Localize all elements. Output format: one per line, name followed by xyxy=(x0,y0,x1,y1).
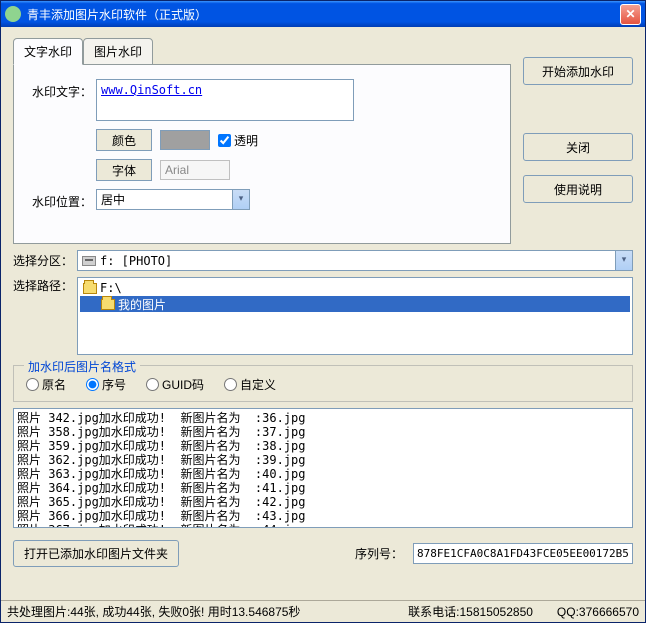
serial-label: 序列号： xyxy=(355,545,403,562)
window-title: 青丰添加图片水印软件（正式版） xyxy=(27,6,620,23)
log-line: 照片 359.jpg加水印成功! 新图片名为 :38.jpg xyxy=(17,439,629,453)
position-label: 水印位置： xyxy=(32,189,96,210)
tab-image-watermark[interactable]: 图片水印 xyxy=(83,38,153,65)
log-line: 照片 363.jpg加水印成功! 新图片名为 :40.jpg xyxy=(17,467,629,481)
chevron-down-icon[interactable]: ▾ xyxy=(615,251,632,270)
wm-text-label: 水印文字： xyxy=(32,79,96,100)
transparent-checkbox[interactable]: 透明 xyxy=(218,132,258,149)
path-tree[interactable]: F:\ 我的图片 xyxy=(77,277,633,355)
chevron-down-icon[interactable]: ▾ xyxy=(232,190,249,209)
serial-input[interactable] xyxy=(413,543,633,564)
color-button[interactable]: 颜色 xyxy=(96,129,152,151)
statusbar: 共处理图片:44张, 成功44张, 失败0张! 用时13.546875秒 联系电… xyxy=(1,600,645,622)
path-root[interactable]: F:\ xyxy=(80,280,630,296)
radio-sequence[interactable]: 序号 xyxy=(86,376,126,393)
folder-open-icon xyxy=(83,283,97,294)
open-folder-button[interactable]: 打开已添加水印图片文件夹 xyxy=(13,540,179,567)
wm-text-input[interactable] xyxy=(96,79,354,121)
naming-legend: 加水印后图片名格式 xyxy=(24,358,140,375)
status-phone: 联系电话:15815052850 xyxy=(408,603,533,620)
log-line: 照片 364.jpg加水印成功! 新图片名为 :41.jpg xyxy=(17,481,629,495)
path-selected-folder[interactable]: 我的图片 xyxy=(80,296,630,312)
log-line: 照片 365.jpg加水印成功! 新图片名为 :42.jpg xyxy=(17,495,629,509)
close-icon[interactable]: ✕ xyxy=(620,4,641,25)
drive-icon xyxy=(82,256,96,266)
start-button[interactable]: 开始添加水印 xyxy=(523,57,633,85)
log-output[interactable]: 照片 342.jpg加水印成功! 新图片名为 :36.jpg照片 358.jpg… xyxy=(13,408,633,528)
radio-custom[interactable]: 自定义 xyxy=(224,376,276,393)
path-label: 选择路径： xyxy=(13,277,77,294)
titlebar: 青丰添加图片水印软件（正式版） ✕ xyxy=(1,1,645,27)
app-icon xyxy=(5,6,21,22)
font-preview: Arial xyxy=(160,160,230,180)
status-summary: 共处理图片:44张, 成功44张, 失败0张! 用时13.546875秒 xyxy=(7,603,300,620)
close-button[interactable]: 关闭 xyxy=(523,133,633,161)
folder-open-icon xyxy=(101,299,115,310)
log-line: 照片 342.jpg加水印成功! 新图片名为 :36.jpg xyxy=(17,411,629,425)
position-dropdown[interactable]: 居中 ▾ xyxy=(96,189,250,210)
help-button[interactable]: 使用说明 xyxy=(523,175,633,203)
naming-groupbox: 加水印后图片名格式 原名 序号 GUID码 自定义 xyxy=(13,365,633,402)
partition-label: 选择分区： xyxy=(13,252,77,269)
log-line: 照片 362.jpg加水印成功! 新图片名为 :39.jpg xyxy=(17,453,629,467)
font-button[interactable]: 字体 xyxy=(96,159,152,181)
tab-text-watermark[interactable]: 文字水印 xyxy=(13,38,83,65)
log-line: 照片 358.jpg加水印成功! 新图片名为 :37.jpg xyxy=(17,425,629,439)
log-line: 照片 366.jpg加水印成功! 新图片名为 :43.jpg xyxy=(17,509,629,523)
radio-guid[interactable]: GUID码 xyxy=(146,376,204,393)
log-line: 照片 367.jpg加水印成功! 新图片名为 :44.jpg xyxy=(17,523,629,528)
color-swatch[interactable] xyxy=(160,130,210,150)
partition-dropdown[interactable]: f: [PHOTO] ▾ xyxy=(77,250,633,271)
radio-original[interactable]: 原名 xyxy=(26,376,66,393)
status-qq: QQ:376666570 xyxy=(557,605,639,619)
